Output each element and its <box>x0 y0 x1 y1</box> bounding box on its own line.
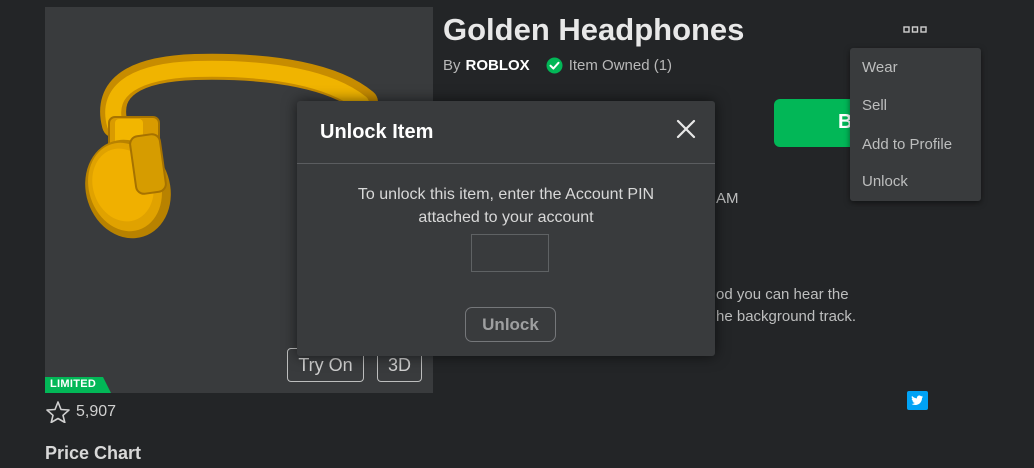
unlock-item-modal: Unlock Item To unlock this item, enter t… <box>297 101 715 356</box>
modal-message-line-1: To unlock this item, enter the Account P… <box>357 186 655 203</box>
modal-divider <box>297 163 715 164</box>
modal-title: Unlock Item <box>320 121 434 143</box>
item-context-menu: Wear Sell Add to Profile Unlock <box>850 48 981 201</box>
try-on-label: Try On <box>298 354 353 375</box>
pin-input[interactable] <box>471 234 549 272</box>
limited-badge-label: LIMITED <box>50 378 97 390</box>
menu-item-wear[interactable]: Wear <box>862 59 898 76</box>
modal-message: To unlock this item, enter the Account P… <box>317 183 695 229</box>
item-title: Golden Headphones <box>443 12 745 47</box>
price-chart-heading: Price Chart <box>45 443 142 463</box>
menu-item-sell[interactable]: Sell <box>862 97 887 114</box>
by-label: By <box>443 57 461 74</box>
menu-item-unlock[interactable]: Unlock <box>862 173 908 190</box>
favorite-count: 5,907 <box>76 403 117 420</box>
unlock-button[interactable]: Unlock <box>465 307 556 342</box>
limited-badge: LIMITED <box>45 377 111 393</box>
unlock-button-label: Unlock <box>482 314 539 334</box>
close-icon[interactable] <box>675 118 697 140</box>
date-fragment: AM <box>716 190 739 207</box>
modal-message-line-2: attached to your account <box>418 209 594 226</box>
more-dots-icon[interactable] <box>903 25 927 35</box>
owned-status: Item Owned (1) <box>568 57 673 74</box>
description-line-1: od you can hear the <box>716 286 849 303</box>
twitter-icon[interactable] <box>907 391 928 410</box>
checkmark-icon <box>546 57 563 74</box>
item-byline: By ROBLOX Item Owned (1) <box>443 57 672 74</box>
creator-link[interactable]: ROBLOX <box>466 57 530 74</box>
star-icon <box>46 401 70 423</box>
menu-item-add-to-profile[interactable]: Add to Profile <box>862 136 952 153</box>
description-line-2: he background track. <box>716 308 857 325</box>
favorite-control[interactable]: 5,907 <box>46 401 116 423</box>
3d-label: 3D <box>387 354 411 375</box>
